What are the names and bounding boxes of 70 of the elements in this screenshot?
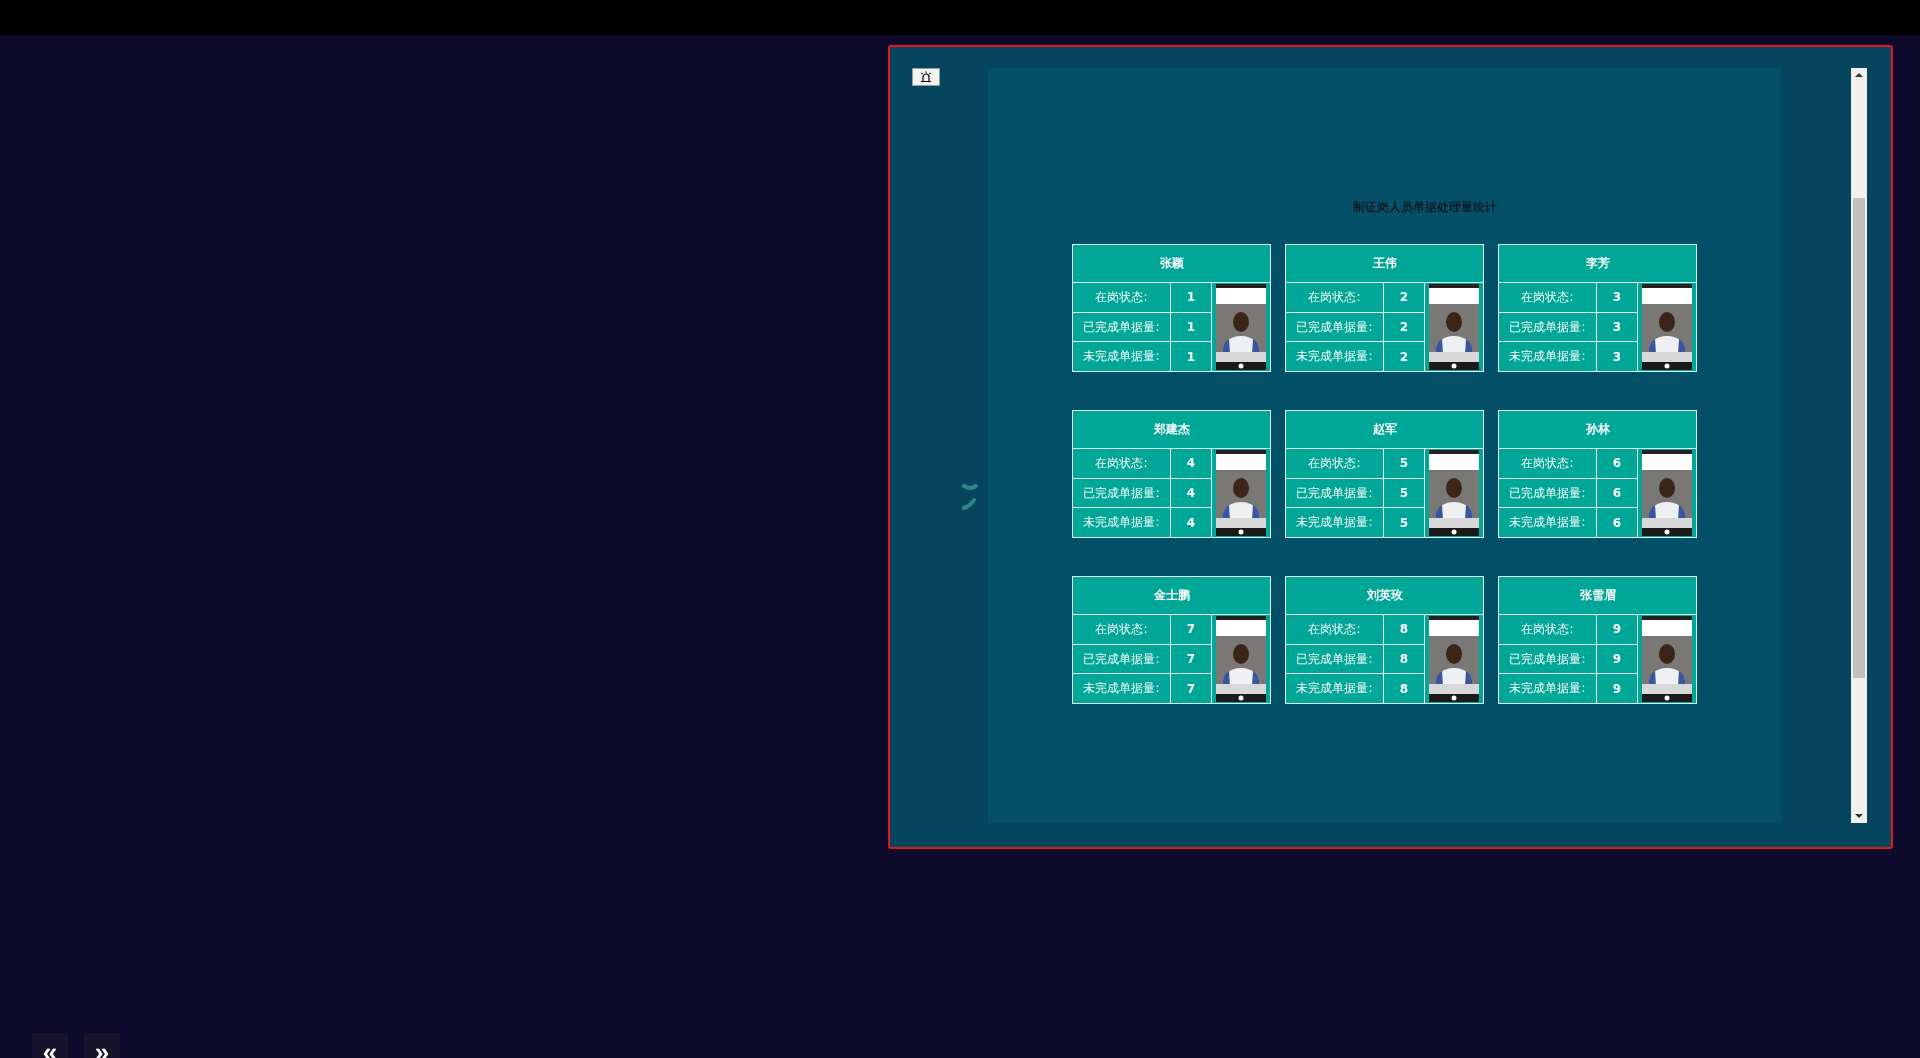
- employee-name: 张颖: [1073, 245, 1270, 283]
- field-label: 已完成单据量:: [1073, 312, 1171, 342]
- field-value: 9: [1597, 615, 1638, 644]
- field-label: 未完成单据量:: [1286, 674, 1384, 703]
- field-value: 3: [1597, 283, 1638, 312]
- scroll-up-icon[interactable]: [1855, 72, 1863, 78]
- field-label: 在岗状态:: [1073, 449, 1171, 478]
- field-value: 2: [1384, 283, 1425, 312]
- scroll-down-icon[interactable]: [1855, 813, 1863, 819]
- employee-name: 李芳: [1499, 245, 1696, 283]
- field-value: 8: [1384, 644, 1425, 674]
- employee-name: 赵军: [1286, 411, 1483, 449]
- field-label: 未完成单据量:: [1073, 508, 1171, 537]
- field-value: 4: [1171, 449, 1212, 478]
- field-value: 6: [1597, 508, 1638, 537]
- field-value: 4: [1171, 508, 1212, 537]
- field-value: 5: [1384, 449, 1425, 478]
- field-value: 5: [1384, 478, 1425, 508]
- field-label: 未完成单据量:: [1286, 342, 1384, 371]
- employee-name: 刘英玫: [1286, 577, 1483, 615]
- field-value: 8: [1384, 674, 1425, 703]
- employee-name: 金士鹏: [1073, 577, 1270, 615]
- field-label: 在岗状态:: [1499, 283, 1597, 312]
- field-label: 已完成单据量:: [1286, 644, 1384, 674]
- field-label: 未完成单据量:: [1073, 674, 1171, 703]
- employee-name: 郑建杰: [1073, 411, 1270, 449]
- field-label: 在岗状态:: [1286, 615, 1384, 644]
- field-value: 7: [1171, 674, 1212, 703]
- field-label: 已完成单据量:: [1499, 478, 1597, 508]
- field-label: 未完成单据量:: [1499, 674, 1597, 703]
- field-value: 8: [1384, 615, 1425, 644]
- field-value: 7: [1171, 615, 1212, 644]
- field-value: 1: [1171, 342, 1212, 371]
- field-value: 4: [1171, 478, 1212, 508]
- field-label: 已完成单据量:: [1073, 478, 1171, 508]
- field-label: 在岗状态:: [1286, 449, 1384, 478]
- field-label: 已完成单据量:: [1499, 644, 1597, 674]
- employee-name: 张雪眉: [1499, 577, 1696, 615]
- field-label: 未完成单据量:: [1073, 342, 1171, 371]
- field-label: 在岗状态:: [1073, 615, 1171, 644]
- field-value: 6: [1597, 478, 1638, 508]
- field-value: 2: [1384, 342, 1425, 371]
- field-value: 3: [1597, 342, 1638, 371]
- field-value: 6: [1597, 449, 1638, 478]
- field-label: 已完成单据量:: [1499, 312, 1597, 342]
- field-label: 未完成单据量:: [1499, 342, 1597, 371]
- alarm-button[interactable]: [912, 68, 940, 86]
- field-label: 在岗状态:: [1499, 615, 1597, 644]
- field-value: 3: [1597, 312, 1638, 342]
- field-value: 9: [1597, 674, 1638, 703]
- field-label: 在岗状态:: [1073, 283, 1171, 312]
- field-label: 未完成单据量:: [1499, 508, 1597, 537]
- scrollbar-thumb[interactable]: [1853, 198, 1865, 678]
- field-value: 7: [1171, 644, 1212, 674]
- field-label: 已完成单据量:: [1286, 478, 1384, 508]
- scrollbar[interactable]: [1851, 68, 1867, 823]
- field-value: 9: [1597, 644, 1638, 674]
- field-label: 已完成单据量:: [1286, 312, 1384, 342]
- field-label: 未完成单据量:: [1286, 508, 1384, 537]
- field-label: 已完成单据量:: [1073, 644, 1171, 674]
- field-value: 1: [1171, 283, 1212, 312]
- alarm-icon: [919, 71, 933, 83]
- employee-name: 孙林: [1499, 411, 1696, 449]
- field-value: 1: [1171, 312, 1212, 342]
- report-title: 制证岗人员单据处理量统计: [1352, 199, 1497, 216]
- employee-name: 王伟: [1286, 245, 1483, 283]
- field-value: 2: [1384, 312, 1425, 342]
- field-value: 5: [1384, 508, 1425, 537]
- field-label: 在岗状态:: [1499, 449, 1597, 478]
- field-label: 在岗状态:: [1286, 283, 1384, 312]
